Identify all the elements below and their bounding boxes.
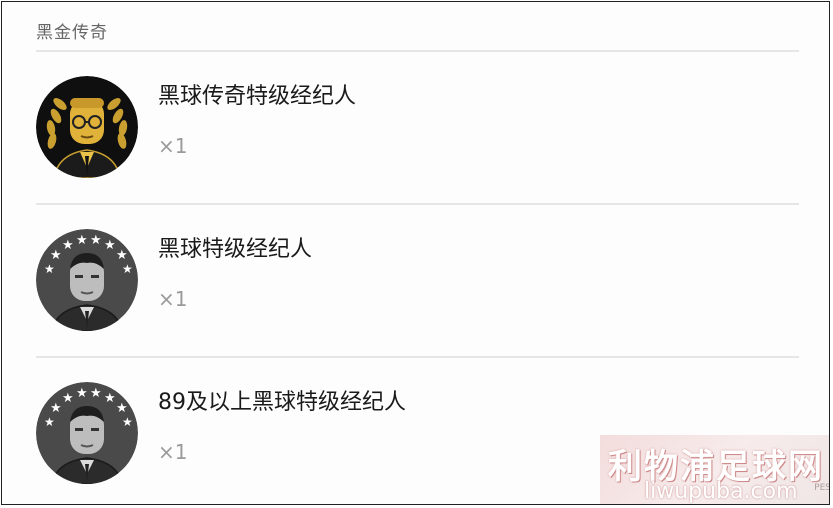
reward-panel: 黑金传奇 黑球传奇特级经纪人 ×1 ★ ★ ★ ★ ★ ★ ★ ★ 黑球特级经纪… xyxy=(1,1,830,505)
svg-text:★: ★ xyxy=(90,386,102,401)
divider xyxy=(36,356,799,358)
item-quantity: ×1 xyxy=(158,440,188,464)
svg-text:★: ★ xyxy=(44,415,55,429)
svg-text:★: ★ xyxy=(76,386,88,401)
svg-text:★: ★ xyxy=(122,262,133,276)
star-agent-icon: ★ ★ ★ ★ ★ ★ ★ ★ xyxy=(36,229,138,331)
watermark-side-text: PES xyxy=(814,483,830,493)
svg-text:★: ★ xyxy=(62,391,74,406)
svg-text:★: ★ xyxy=(116,248,128,263)
divider xyxy=(36,203,799,205)
gold-laurel-agent-icon xyxy=(36,76,138,178)
svg-text:★: ★ xyxy=(122,415,133,429)
item-title: 黑球特级经纪人 xyxy=(158,237,313,262)
divider xyxy=(36,50,799,52)
svg-text:★: ★ xyxy=(62,238,74,253)
svg-text:★: ★ xyxy=(116,401,128,416)
watermark-url: liwupuba.com xyxy=(644,479,798,504)
svg-text:★: ★ xyxy=(50,401,62,416)
svg-text:★: ★ xyxy=(76,233,88,248)
svg-text:★: ★ xyxy=(90,233,102,248)
svg-text:★: ★ xyxy=(104,238,116,253)
svg-text:★: ★ xyxy=(50,248,62,263)
item-title: 89及以上黑球特级经纪人 xyxy=(158,390,406,415)
item-title: 黑球传奇特级经纪人 xyxy=(158,84,357,109)
watermark: 利物浦足球网 liwupuba.com PES xyxy=(600,435,830,504)
section-title: 黑金传奇 xyxy=(36,23,108,43)
reward-item: ★ ★ ★ ★ ★ ★ ★ ★ 黑球特级经纪人 ×1 xyxy=(36,229,799,339)
svg-text:★: ★ xyxy=(104,391,116,406)
reward-item: 黑球传奇特级经纪人 ×1 xyxy=(36,76,799,186)
star-agent-icon: ★ ★ ★ ★ ★ ★ ★ ★ xyxy=(36,382,138,484)
svg-text:★: ★ xyxy=(44,262,55,276)
item-quantity: ×1 xyxy=(158,287,188,311)
item-quantity: ×1 xyxy=(158,134,188,158)
